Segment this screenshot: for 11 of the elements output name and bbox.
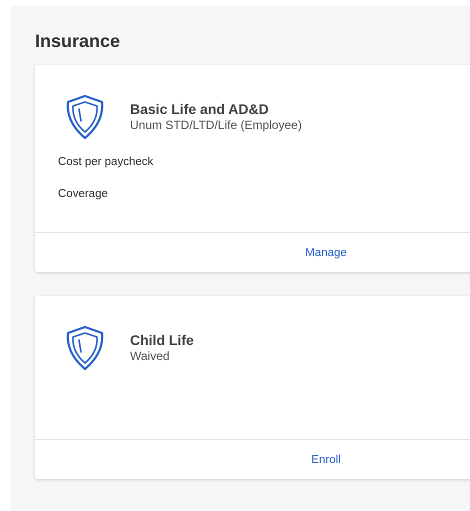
- section-title: Insurance: [35, 30, 122, 52]
- shield-icon: [65, 325, 105, 371]
- plan-subtitle: Waived: [130, 349, 171, 364]
- detail-label: Cost per paycheck: [58, 155, 154, 170]
- shield-icon: [65, 94, 105, 140]
- plan-action-link[interactable]: Enroll: [311, 454, 341, 466]
- plan-action-link[interactable]: Manage: [305, 246, 347, 258]
- plan-name: Child Life: [130, 332, 194, 349]
- plan-subtitle: Unum STD/LTD/Life (Employee): [130, 118, 302, 133]
- detail-label: Coverage: [58, 187, 109, 202]
- plan-name: Basic Life and AD&D: [130, 101, 270, 118]
